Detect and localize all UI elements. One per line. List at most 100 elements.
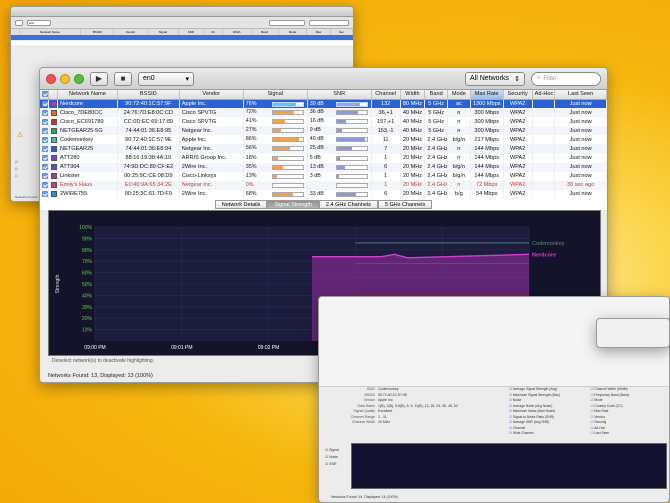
- table-row[interactable]: Codemonkey 90:72:40:1C:57:9E Apple Inc. 86%…: [40, 135, 607, 145]
- minimize-window-button[interactable]: [60, 73, 70, 84]
- column-option-checkbox[interactable]: Wide Channel: [509, 431, 588, 437]
- last-seen: Just now: [554, 135, 607, 145]
- band: 2.4 GHz: [424, 171, 449, 181]
- table-row[interactable]: ATT280 88:16:19:38:4A:10 ARRIS Group Inc. 1…: [40, 153, 607, 163]
- column-header[interactable]: Network Name: [57, 90, 118, 100]
- row-checkbox-cell[interactable]: [40, 144, 49, 154]
- column-header[interactable]: Signal: [243, 90, 308, 100]
- table-row[interactable]: NETGEAR25 74:44:01:36:E8:94 Netgear Inc. 56…: [40, 144, 607, 154]
- graph-option-checkbox[interactable]: ☑ Noise: [325, 454, 339, 461]
- column-header[interactable]: Channel: [371, 90, 401, 100]
- row-color-cell: [48, 135, 59, 145]
- column-option-checkbox[interactable]: Last Seen: [591, 431, 670, 437]
- column-header[interactable]: [40, 90, 49, 100]
- signal-cell: 76%: [243, 99, 308, 109]
- background-stop-button[interactable]: [15, 19, 23, 26]
- row-checkbox[interactable]: [42, 118, 48, 125]
- column-header[interactable]: Max Rate: [470, 90, 504, 100]
- row-checkbox[interactable]: [42, 127, 48, 134]
- row-checkbox[interactable]: [42, 155, 48, 162]
- table-row[interactable]: Nerdcore 90:72:40:1C:57:9F Apple Inc. 76% 39…: [40, 99, 607, 109]
- row-color-cell: [48, 144, 59, 154]
- ad-hoc: [532, 171, 556, 181]
- row-checkbox-cell[interactable]: [40, 99, 49, 109]
- play-button[interactable]: ▶: [90, 71, 108, 86]
- column-header[interactable]: Band: [424, 90, 449, 100]
- signal-bar-fill: [272, 120, 286, 124]
- bssid: 00:25:3C:61:7D:F9: [117, 189, 180, 200]
- interface-select[interactable]: en0 ▾: [138, 71, 194, 86]
- search-input[interactable]: ⌕ Filter: [531, 71, 601, 86]
- tab-signal-strength[interactable]: Signal Strength: [267, 200, 319, 209]
- graph-option-checkbox[interactable]: ☑ Signal: [325, 447, 339, 454]
- row-checkbox[interactable]: [42, 182, 48, 189]
- column-header[interactable]: BSSID: [117, 90, 180, 100]
- network-filter-select[interactable]: All Networks ⇕: [465, 71, 525, 86]
- row-checkbox-cell[interactable]: [40, 117, 49, 127]
- table-row[interactable]: NETGEAR25-5G 74:44:01:36:E8:95 Netgear Inc…: [40, 126, 607, 136]
- max-rate: 144 Mbps: [470, 162, 504, 172]
- snr-bar: [335, 191, 368, 197]
- column-header[interactable]: SNR: [307, 90, 372, 100]
- background-window-toolbar: en0: [11, 17, 353, 29]
- column-header[interactable]: Ad-Hoc: [532, 90, 556, 100]
- signal-cell: 18%: [243, 153, 308, 163]
- snr-cell: 25 dB: [307, 144, 372, 154]
- background-filter-select[interactable]: [269, 19, 305, 26]
- network-color-swatch: [50, 118, 57, 125]
- deselect-hint: Deselect network(s) to deactivate highli…: [52, 358, 154, 364]
- column-header[interactable]: Vendor: [179, 90, 244, 100]
- zoom-window-button[interactable]: [74, 73, 84, 84]
- column-header[interactable]: Last Seen: [554, 90, 607, 100]
- row-checkbox-cell[interactable]: [40, 189, 49, 200]
- table-row[interactable]: ATT964 74:9D:DC:89:CF:E2 2Wire Inc. 35% 13 d…: [40, 162, 607, 172]
- row-checkbox[interactable]: [42, 191, 48, 198]
- row-checkbox[interactable]: [42, 100, 48, 107]
- row-checkbox-cell[interactable]: [40, 135, 49, 145]
- table-row[interactable]: Cisco_EC691789 CC:0D:EC:69:17:89 Cisco SPV…: [40, 117, 607, 127]
- row-checkbox-cell[interactable]: [40, 153, 49, 163]
- mode: n: [447, 153, 471, 163]
- ad-hoc: [532, 108, 556, 118]
- signal-cell: 27%: [243, 126, 308, 136]
- tab-2-4-ghz-channels[interactable]: 2.4 GHz Channels: [318, 200, 378, 209]
- row-checkbox[interactable]: [42, 164, 48, 171]
- row-checkbox-cell[interactable]: [40, 171, 49, 181]
- signal-cell: 68%: [243, 189, 308, 200]
- close-window-button[interactable]: [46, 73, 56, 84]
- row-checkbox[interactable]: [42, 109, 48, 116]
- table-row[interactable]: Linkster 00:25:9C:CE:08:D9 Cisco-Linksys 13…: [40, 171, 607, 181]
- stop-button[interactable]: ■: [114, 71, 132, 86]
- ad-hoc: [532, 135, 556, 145]
- background-search-input[interactable]: [309, 19, 349, 26]
- column-header[interactable]: Width: [400, 90, 426, 100]
- column-header[interactable]: Security: [503, 90, 533, 100]
- row-checkbox-cell[interactable]: [40, 162, 49, 172]
- column-header[interactable]: [48, 90, 59, 100]
- band: 2.4 GHz: [424, 153, 449, 163]
- row-checkbox[interactable]: [42, 173, 48, 180]
- ad-hoc: [532, 126, 556, 136]
- signal-percent: 41%: [245, 118, 257, 125]
- table-row[interactable]: Emily's Haus E0:46:9A:65:34:2E Netgear Inc…: [40, 180, 607, 190]
- width: 40 MHz: [400, 126, 426, 136]
- channel: 6: [371, 162, 401, 172]
- snr-value: 13 dB: [309, 163, 324, 170]
- security: WPA2: [503, 99, 533, 109]
- tab-5-ghz-channels[interactable]: 5 GHz Channels: [377, 200, 433, 209]
- row-checkbox-cell[interactable]: [40, 126, 49, 136]
- table-row[interactable]: Cisco_7DE80CC 24:76:7D:E8:0C:CD Cisco SPVT…: [40, 108, 607, 118]
- table-row[interactable]: 2WIRE755 00:25:3C:61:7D:F9 2Wire Inc. 68% 33…: [40, 189, 607, 200]
- select-all-checkbox[interactable]: [42, 91, 48, 98]
- row-checkbox[interactable]: [42, 146, 48, 153]
- y-tick-label: 100%: [79, 225, 92, 231]
- bssid: 74:9D:DC:89:CF:E2: [117, 162, 180, 172]
- column-header[interactable]: Mode: [447, 90, 471, 100]
- row-checkbox[interactable]: [42, 136, 48, 143]
- tab-network-details[interactable]: Network Details: [214, 200, 268, 209]
- vendor: Netgear Inc.: [179, 144, 244, 154]
- background-interface-select[interactable]: en0: [27, 19, 51, 26]
- row-checkbox-cell[interactable]: [40, 180, 49, 190]
- graph-option-checkbox[interactable]: ☑ SNR: [325, 461, 339, 468]
- row-checkbox-cell[interactable]: [40, 108, 49, 118]
